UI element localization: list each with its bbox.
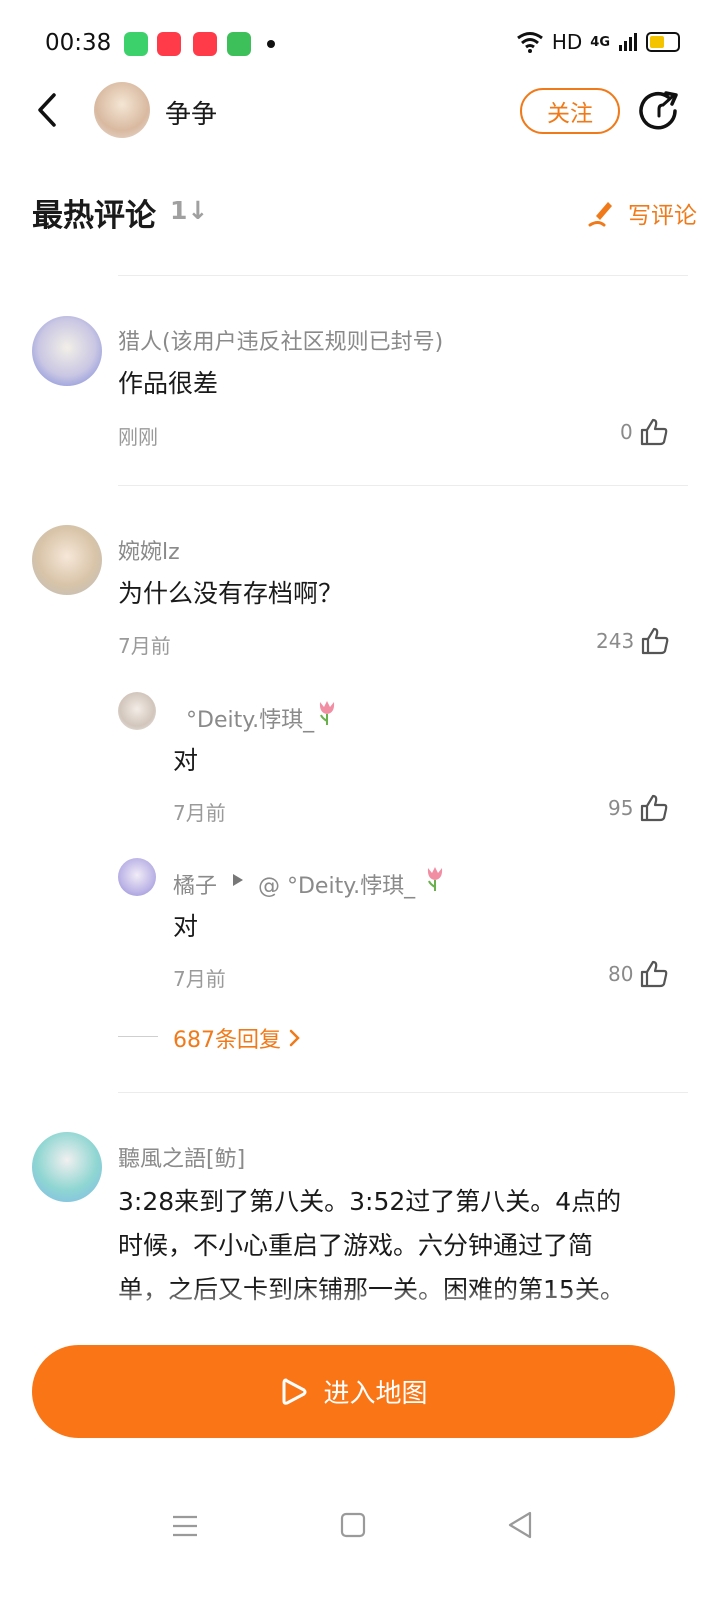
author-name[interactable]: 争争 [165, 94, 217, 131]
status-time: 00:38 [45, 30, 112, 56]
message-notification-icon [227, 32, 251, 56]
status-bar: 00:38 HD 4G [0, 0, 720, 88]
wifi-icon [516, 32, 543, 53]
like-count: 95 [608, 796, 634, 820]
home-icon[interactable] [340, 1512, 366, 1538]
view-replies-link[interactable]: 687条回复 [173, 1022, 301, 1054]
comment-username[interactable]: 聽風之語[鲂] [118, 1141, 245, 1173]
reply-avatar[interactable] [118, 858, 156, 896]
app-notification-icon [157, 32, 181, 56]
tulip-icon [427, 867, 443, 891]
reply-arrow-icon [233, 874, 243, 886]
like-button[interactable]: 80 [608, 959, 669, 989]
like-button[interactable]: 0 [620, 417, 669, 447]
comment-username[interactable]: 婉婉lz [118, 534, 180, 566]
like-count: 243 [596, 629, 635, 653]
comment-text-line: 时候，不小心重启了游戏。六分钟通过了简 [118, 1231, 594, 1260]
comment-time: 刚刚 [118, 425, 158, 449]
divider [118, 485, 688, 486]
comment-username[interactable]: 猎人(该用户违反社区规则已封号) [118, 324, 443, 356]
replies-line [118, 1036, 158, 1037]
reply-text: 对 [173, 746, 199, 775]
tulip-icon [319, 701, 335, 725]
commenter-avatar[interactable] [32, 1132, 102, 1202]
divider [118, 275, 688, 276]
pen-icon [588, 202, 612, 227]
more-notifications-dot [267, 40, 275, 48]
follow-button[interactable]: 关注 [520, 88, 620, 134]
menu-icon[interactable] [172, 1514, 198, 1538]
commenter-avatar[interactable] [32, 316, 102, 386]
like-count: 0 [620, 420, 633, 444]
signal-icon [619, 33, 637, 51]
app-notification-icon-2 [193, 32, 217, 56]
comment-text: 为什么没有存档啊？ [118, 579, 344, 608]
back-triangle-icon[interactable] [506, 1510, 534, 1540]
thumbs-up-icon [640, 418, 668, 446]
comment-text-line: 3:28来到了第八关。3:52过了第八关。4点的 [118, 1187, 622, 1216]
reply-target[interactable]: @ °Deity.悖琪_ [258, 868, 415, 900]
thumbs-up-icon [641, 960, 668, 988]
reply-username[interactable]: 橘子 [173, 868, 217, 900]
system-navigation-bar [0, 1490, 720, 1560]
like-button[interactable]: 243 [596, 626, 670, 656]
reply-time: 7月前 [173, 801, 226, 825]
reply-avatar[interactable] [118, 692, 156, 730]
share-icon[interactable] [638, 89, 680, 131]
write-comment-button[interactable]: 写评论 [588, 196, 697, 230]
reply-text: 对 [173, 912, 199, 941]
thumbs-up-icon [641, 794, 668, 822]
reply-time: 7月前 [173, 967, 226, 991]
enter-map-label: 进入地图 [323, 1379, 428, 1409]
status-right: HD 4G [516, 30, 680, 54]
chevron-right-icon [289, 1029, 300, 1047]
sort-icon[interactable]: 1↓ [170, 196, 208, 225]
battery-icon [646, 32, 680, 52]
thumbs-up-icon [642, 627, 669, 655]
write-comment-label: 写评论 [628, 203, 697, 229]
like-count: 80 [608, 962, 634, 986]
back-arrow-icon[interactable] [34, 92, 60, 128]
enter-map-button[interactable]: 进入地图 [32, 1345, 675, 1438]
commenter-avatar[interactable] [32, 525, 102, 595]
divider [118, 1092, 688, 1093]
comment-text: 作品很差 [118, 369, 219, 398]
reply-username[interactable]: °Deity.悖琪_ [186, 702, 314, 734]
microphone-notification-icon [124, 32, 148, 56]
section-title: 最热评论 [32, 198, 156, 234]
like-button[interactable]: 95 [608, 793, 669, 823]
network-type-label: 4G [590, 34, 610, 50]
author-avatar[interactable] [94, 82, 150, 138]
hd-label: HD [551, 30, 583, 54]
play-icon [282, 1378, 307, 1405]
reply-count-label: 687条回复 [173, 1028, 281, 1053]
comment-time: 7月前 [118, 634, 171, 658]
scroll-fade [0, 1290, 720, 1330]
